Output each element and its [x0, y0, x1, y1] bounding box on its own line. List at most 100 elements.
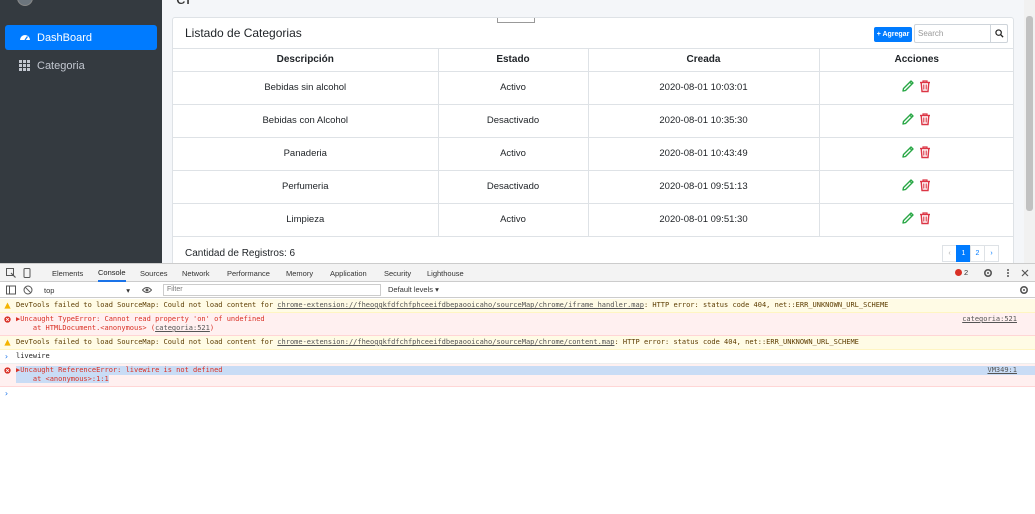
clear-console-icon[interactable]	[23, 285, 33, 295]
sidebar-item-dashboard[interactable]: DashBoard	[5, 25, 157, 50]
console-message: DevTools failed to load SourceMap: Could…	[0, 299, 1035, 313]
message-text: DevTools failed to load SourceMap: Could…	[16, 301, 278, 309]
tab-memory[interactable]: Memory	[286, 264, 313, 282]
search-icon	[994, 29, 1004, 38]
gear-icon[interactable]	[983, 268, 993, 278]
table-header-row: Descripción Estado Creada Acciones	[173, 49, 1014, 72]
sidebar-toggle-icon[interactable]	[6, 285, 16, 295]
warning-icon	[4, 302, 11, 309]
warning-icon	[4, 339, 11, 346]
tab-sources[interactable]: Sources	[140, 264, 168, 282]
tab-application[interactable]: Application	[330, 264, 367, 282]
cell-creada: 2020-08-01 10:43:49	[587, 136, 820, 171]
console-message: DevTools failed to load SourceMap: Could…	[0, 336, 1035, 350]
edit-icon[interactable]	[901, 145, 915, 159]
cell-estado: Desactivado	[437, 169, 589, 204]
page-heading-fragment: ег	[176, 0, 193, 9]
error-icon	[955, 269, 962, 276]
stack-text-tail: )	[209, 324, 215, 332]
cell-estado: Desactivado	[437, 103, 589, 138]
cell-estado: Activo	[437, 136, 589, 171]
stack-text: at HTMLDocument.<anonymous> (	[16, 324, 156, 332]
stack-link[interactable]: categoria:521	[155, 324, 210, 332]
column-header: Acciones	[818, 49, 1014, 72]
message-text-tail: : HTTP error: status code 404, net::ERR_…	[614, 338, 859, 346]
devtools-panel: Elements Console Sources Network Performance…	[0, 263, 1035, 514]
inspect-icon[interactable]	[6, 268, 16, 278]
column-header[interactable]: Descripción	[173, 49, 439, 72]
console-settings-icon[interactable]	[1019, 285, 1029, 295]
input-prompt-icon: ›	[4, 352, 9, 361]
delete-icon[interactable]	[918, 145, 932, 159]
resize-handle[interactable]	[497, 18, 535, 23]
error-count: 2	[964, 268, 969, 277]
categories-card: Listado de Categorias + Agregar Search D…	[172, 17, 1014, 263]
log-levels-dropdown[interactable]: Default levels ▾	[388, 285, 439, 294]
console-prompt[interactable]: ›	[0, 387, 1035, 400]
message-text-tail: : HTTP error: status code 404, net::ERR_…	[643, 301, 889, 309]
console-message: ▶Uncaught ReferenceError: livewire is no…	[0, 364, 1035, 387]
eye-icon[interactable]	[142, 285, 152, 295]
sidebar-item-label: DashBoard	[37, 31, 93, 44]
tab-console[interactable]: Console	[98, 264, 126, 282]
edit-icon[interactable]	[901, 79, 915, 93]
edit-icon[interactable]	[901, 178, 915, 192]
cell-descripcion: Perfumeria	[173, 169, 439, 204]
tab-lighthouse[interactable]: Lighthouse	[427, 264, 464, 282]
device-toggle-icon[interactable]	[22, 268, 32, 278]
scrollbar-thumb[interactable]	[1026, 16, 1033, 211]
search-button[interactable]	[990, 24, 1008, 43]
console-message: › livewire	[0, 350, 1035, 364]
tab-elements[interactable]: Elements	[52, 264, 83, 282]
sidebar-item-categoria[interactable]: Categoria	[5, 53, 157, 78]
edit-icon[interactable]	[901, 112, 915, 126]
grid-icon	[18, 59, 31, 72]
stack-trace: at HTMLDocument.<anonymous> (categoria:5…	[16, 324, 1035, 333]
pagination: ‹ 1 2 ›	[942, 245, 999, 262]
pagination-page[interactable]: 2	[970, 245, 985, 262]
table-row: Perfumeria Desactivado 2020-08-01 09:51:13	[173, 169, 1014, 204]
web-page: ег DashBoard Categoria Listado de Catego…	[0, 0, 1035, 263]
error-counter[interactable]: 2	[955, 268, 968, 277]
cell-creada: 2020-08-01 09:51:13	[587, 169, 820, 204]
more-options-icon[interactable]	[1003, 268, 1013, 278]
tab-security[interactable]: Security	[384, 264, 411, 282]
dashboard-icon	[18, 31, 31, 44]
message-source[interactable]: categoria:521	[962, 315, 1017, 324]
command-text: livewire	[16, 352, 50, 360]
delete-icon[interactable]	[918, 79, 932, 93]
tab-performance[interactable]: Performance	[227, 264, 270, 282]
pagination-next[interactable]: ›	[984, 245, 999, 262]
card-title: Listado de Categorias	[185, 26, 302, 40]
source-link[interactable]: chrome-extension://fheoggkfdfchfphceeifd…	[277, 338, 614, 346]
cell-estado: Activo	[437, 70, 589, 105]
edit-icon[interactable]	[901, 211, 915, 225]
devtools-tabbar: Elements Console Sources Network Performance…	[0, 264, 1035, 282]
context-value: top	[44, 286, 55, 295]
table-row: Panaderia Activo 2020-08-01 10:43:49	[173, 136, 1014, 171]
filter-input[interactable]: Filter	[163, 284, 381, 296]
error-text: ▶Uncaught ReferenceError: livewire is no…	[16, 366, 1035, 375]
tab-network[interactable]: Network	[182, 264, 210, 282]
cell-creada: 2020-08-01 10:35:30	[587, 103, 820, 138]
delete-icon[interactable]	[918, 112, 932, 126]
error-text: ▶Uncaught TypeError: Cannot read propert…	[16, 315, 265, 323]
cell-creada: 2020-08-01 10:03:01	[587, 70, 820, 105]
avatar[interactable]	[17, 0, 33, 6]
cell-descripcion: Limpieza	[173, 202, 439, 237]
column-header[interactable]: Creada	[587, 49, 820, 72]
close-icon[interactable]	[1020, 268, 1030, 278]
source-link[interactable]: chrome-extension://fheoggkfdfchfphceeifd…	[277, 301, 644, 309]
pagination-page[interactable]: 1	[956, 245, 971, 262]
delete-icon[interactable]	[918, 211, 932, 225]
card-header: Listado de Categorias + Agregar Search	[173, 18, 1013, 49]
pagination-prev[interactable]: ‹	[942, 245, 957, 262]
column-header[interactable]: Estado	[437, 49, 589, 72]
search-input[interactable]: Search	[914, 24, 991, 43]
record-count: Cantidad de Registros: 6	[185, 248, 296, 259]
delete-icon[interactable]	[918, 178, 932, 192]
message-source[interactable]: VM349:1	[987, 366, 1017, 375]
add-button[interactable]: + Agregar	[874, 27, 912, 42]
table-row: Bebidas con Alcohol Desactivado 2020-08-01…	[173, 103, 1014, 138]
context-select[interactable]: top ▾	[44, 285, 132, 296]
